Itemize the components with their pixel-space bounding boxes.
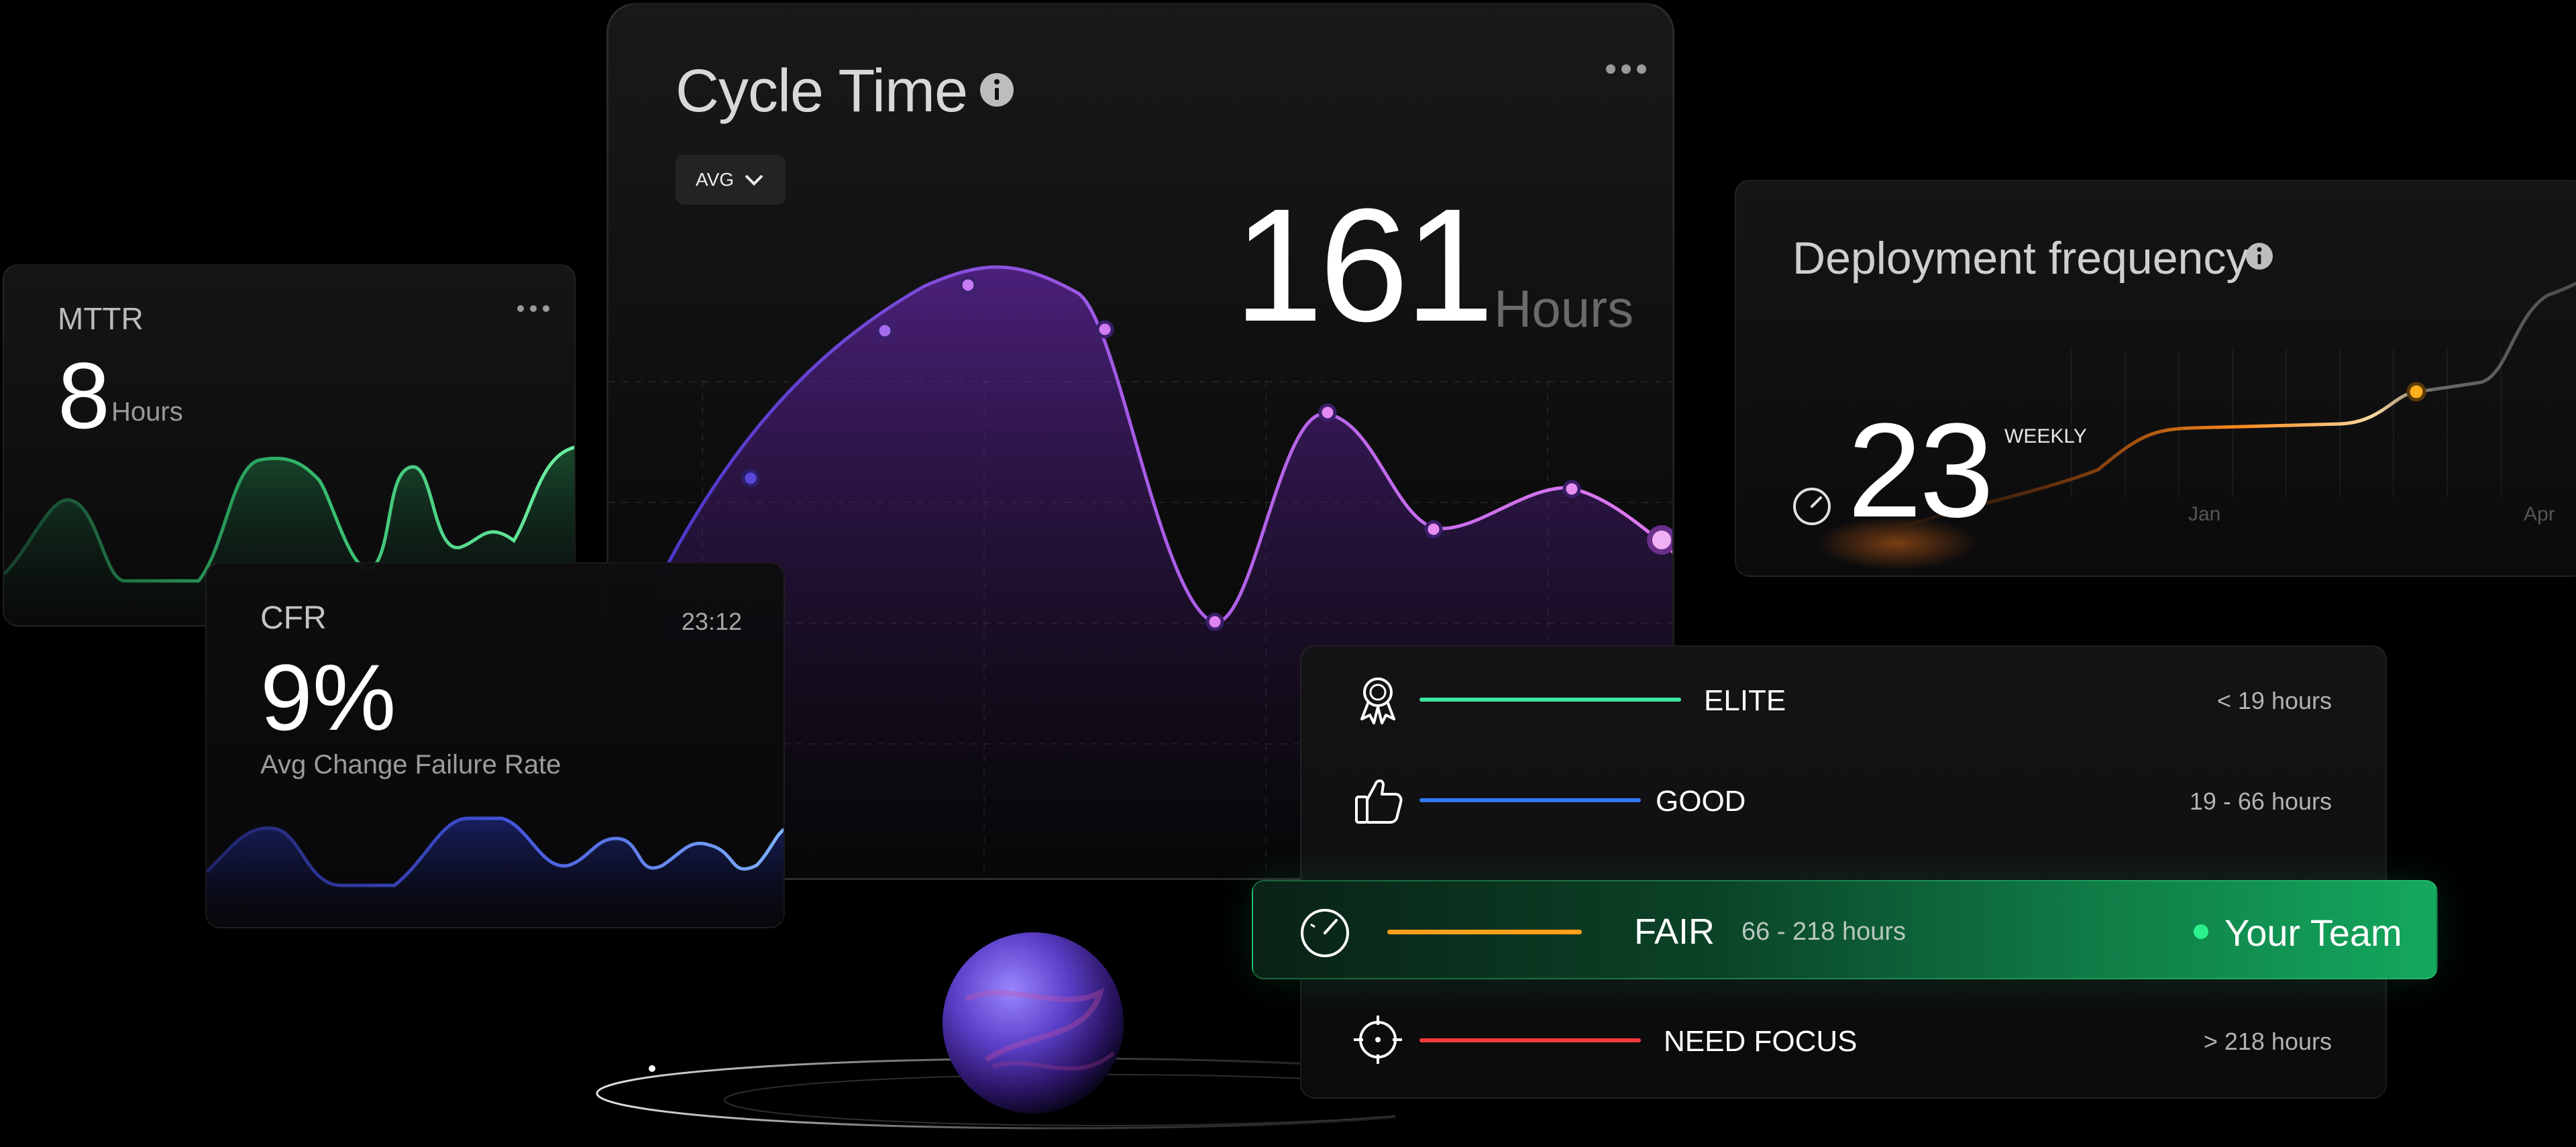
benchmark-row-need-focus[interactable]: NEED FOCUS > 218 hours [1301,997,2385,1084]
gauge-icon [1301,909,1349,957]
target-icon [1354,1016,1402,1064]
cfr-subtitle: Avg Change Failure Rate [260,750,561,779]
benchmark-line-fair [1387,930,1582,934]
cfr-title: CFR [260,600,327,636]
cfr-card: CFR 23:12 9% Avg Change Failure Rate [205,562,785,928]
benchmark-line-good [1419,798,1641,802]
benchmark-range: > 218 hours [2203,1028,2332,1055]
benchmark-row-elite[interactable]: ELITE < 19 hours [1301,656,2385,743]
info-icon[interactable] [979,72,1015,108]
cycle-time-title: Cycle Time [676,58,968,125]
deployment-frequency-title: Deployment frequency [1792,233,2249,284]
benchmark-label: GOOD [1656,785,1746,818]
benchmark-range: 66 - 218 hours [1741,918,1907,946]
benchmark-range: < 19 hours [2216,687,2332,714]
cycle-time-value: 161 [1234,175,1494,355]
status-dot [2194,924,2208,939]
more-options-icon[interactable] [515,302,551,315]
award-icon [1360,677,1395,724]
aggregation-label: AVG [696,169,735,190]
chevron-down-icon [745,174,763,186]
mttr-value: 8 [58,343,110,448]
benchmark-label: ELITE [1704,684,1786,717]
cfr-value: 9% [260,645,396,750]
benchmark-label: NEED FOCUS [1664,1025,1858,1058]
benchmark-card: ELITE < 19 hours GOOD 19 - 66 hours NEED… [1300,645,2387,1099]
deployment-frequency-value: 23 [1847,396,1994,545]
thumbs-up-icon [1355,779,1403,824]
your-team-badge: Your Team [2224,912,2402,954]
dashboard-stage: Cycle Time AVG 161 Hours MTTR 8 Hours CF… [0,0,2576,1147]
benchmark-label: FAIR [1634,912,1715,952]
benchmark-row-fair[interactable]: FAIR 66 - 218 hours Your Team [1252,880,2438,979]
more-options-icon[interactable] [1604,61,1648,77]
benchmark-row-good[interactable]: GOOD 19 - 66 hours [1301,757,2385,844]
benchmark-line-elite [1419,698,1681,702]
cfr-timestamp: 23:12 [681,608,742,635]
deployment-grid [2071,349,2502,496]
deployment-frequency-card: Deployment frequency 23 WEEKLY Jan Apr [1735,180,2576,577]
benchmark-range: 19 - 66 hours [2189,787,2332,815]
deployment-x-label: Jan [2188,503,2221,525]
deployment-period: WEEKLY [2004,425,2087,447]
mttr-title: MTTR [58,301,144,336]
benchmark-line-need-focus [1419,1038,1641,1042]
cycle-time-unit: Hours [1494,279,1634,338]
gauge-icon [1793,488,1831,525]
deployment-x-label: Apr [2524,503,2555,525]
aggregation-dropdown[interactable]: AVG [676,155,786,205]
info-icon[interactable] [2245,241,2274,271]
mttr-unit: Hours [111,397,183,427]
